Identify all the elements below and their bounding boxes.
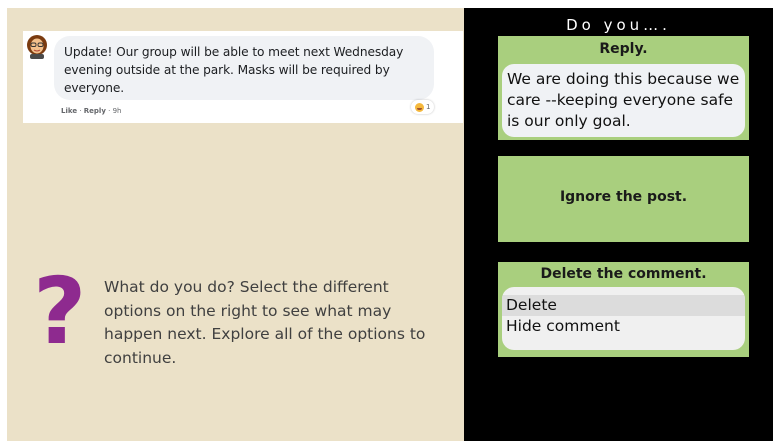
like-link[interactable]: Like: [61, 107, 77, 115]
delete-option-label: Delete the comment.: [540, 266, 707, 282]
ignore-option-button[interactable]: Ignore the post.: [498, 156, 749, 242]
laugh-emoji-icon: [415, 102, 424, 112]
action-separator: ·: [105, 107, 113, 115]
question-mark-icon: ?: [33, 258, 87, 365]
reaction-count: 1: [426, 103, 431, 111]
comment-actions: Like · Reply · 9h: [61, 107, 121, 115]
reaction-badge[interactable]: 1: [411, 100, 435, 114]
ignore-option-label: Ignore the post.: [559, 189, 688, 205]
reply-link[interactable]: Reply: [84, 107, 106, 115]
comment-timestamp: 9h: [112, 107, 122, 115]
menu-item-delete[interactable]: Delete: [502, 295, 745, 316]
instructions-text: What do you do? Select the different opt…: [104, 278, 426, 367]
action-separator: ·: [77, 107, 84, 115]
comment-bubble: Update! Our group will be able to meet n…: [54, 36, 434, 100]
menu-item-hide-comment[interactable]: Hide comment: [502, 316, 745, 337]
delete-option-button[interactable]: Delete the comment. Delete Hide comment: [498, 262, 749, 357]
choices-title: Do you….: [566, 16, 671, 34]
avatar-icon: [27, 35, 47, 59]
comment-context-menu: Delete Hide comment: [502, 287, 745, 350]
reply-option-label: Reply.: [599, 41, 648, 57]
reply-response-bubble: We are doing this because we care --keep…: [502, 64, 745, 137]
comment-text: Update! Our group will be able to meet n…: [64, 45, 404, 95]
reply-option-button[interactable]: Reply. We are doing this because we care…: [498, 36, 749, 140]
